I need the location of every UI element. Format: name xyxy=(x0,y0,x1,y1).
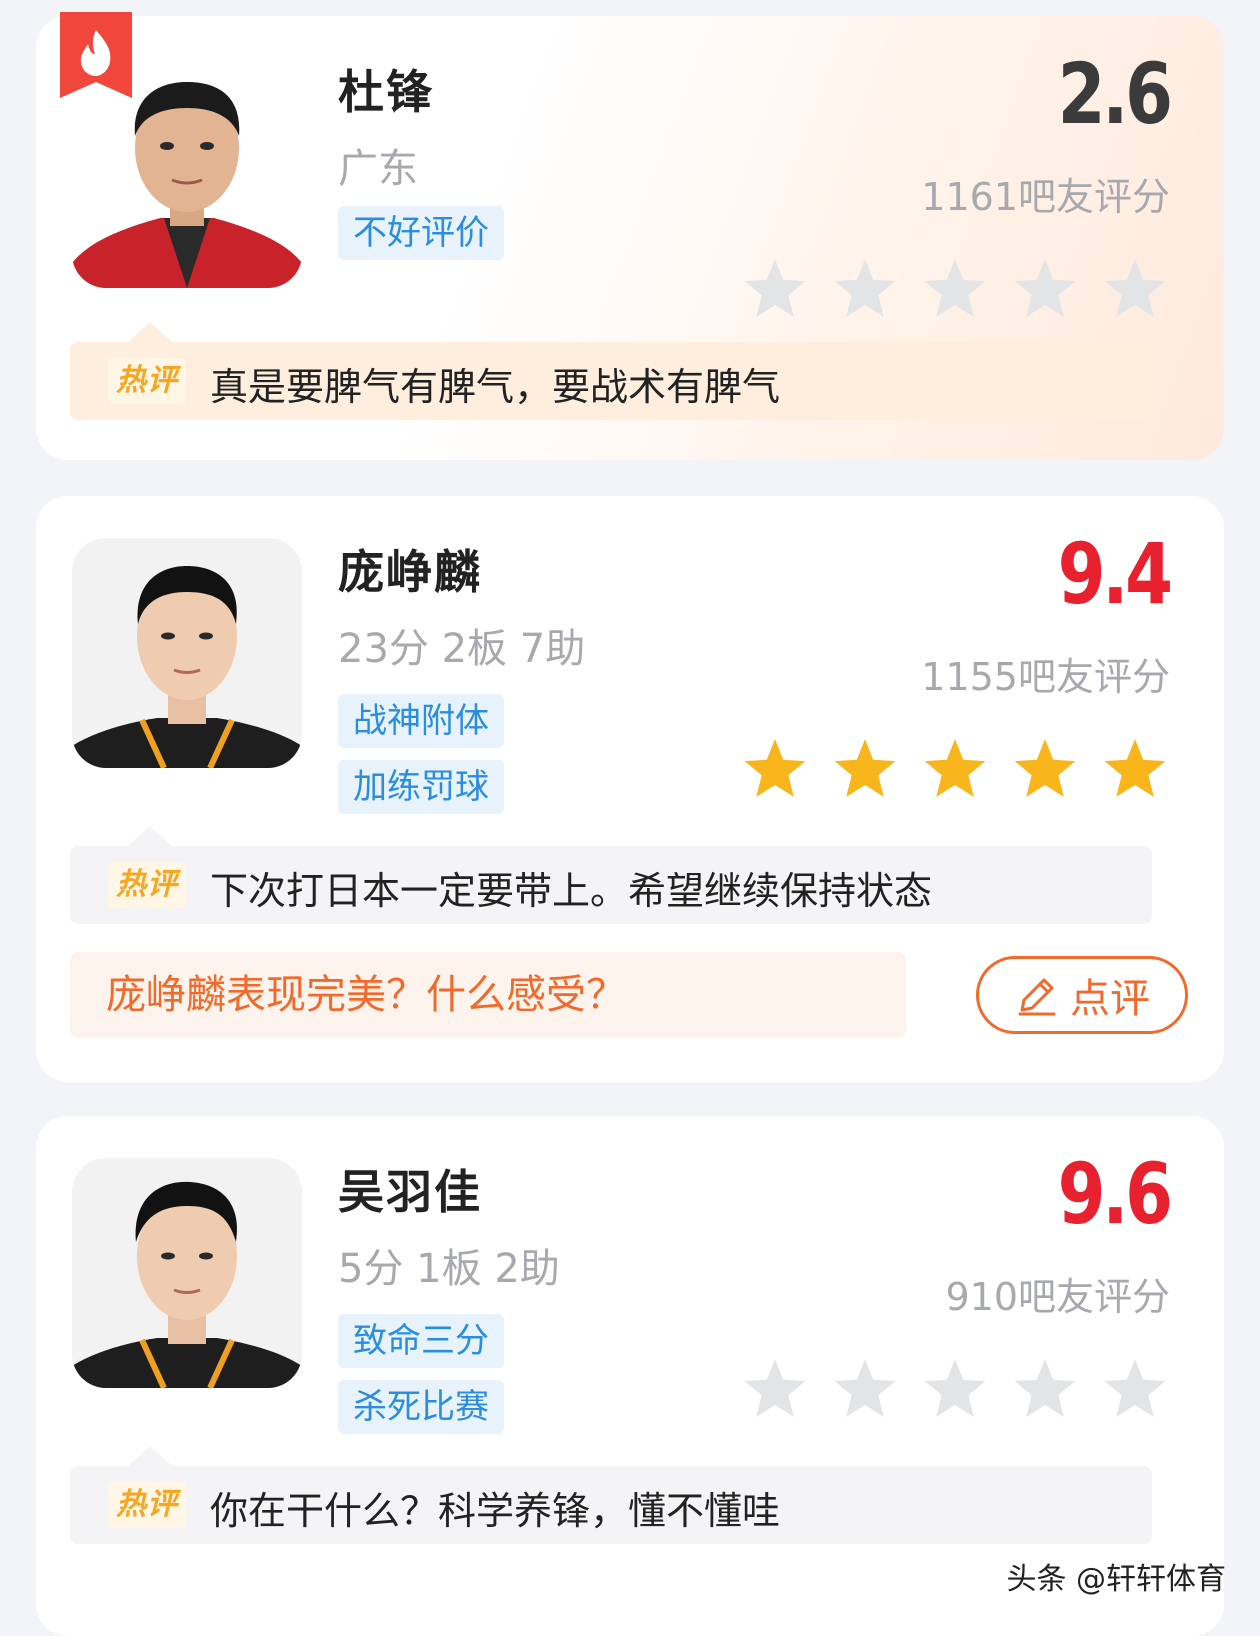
player-stats: 5分 1板 2助 xyxy=(338,1246,560,1292)
player-card-1[interactable]: 杜锋 广东 不好评价 2.6 1161吧友评分 热评 真是要脾气有脾气，要战术有… xyxy=(36,12,1224,460)
discussion-prompt[interactable]: 庞峥麟表现完美？什么感受？ xyxy=(70,952,906,1038)
avatar[interactable] xyxy=(72,538,302,768)
player-card-2[interactable]: 庞峥麟 23分 2板 7助 战神附体 加练罚球 9.4 1155吧友评分 热评 … xyxy=(36,496,1224,1082)
star-icon[interactable] xyxy=(1012,736,1078,802)
score: 2.6 xyxy=(1057,45,1173,143)
review-button[interactable]: 点评 xyxy=(976,956,1188,1034)
vote-count: 1161吧友评分 xyxy=(921,175,1170,219)
star-icon[interactable] xyxy=(742,256,808,322)
player-stats: 23分 2板 7助 xyxy=(338,626,586,672)
score: 9.4 xyxy=(1057,525,1173,623)
player-name: 庞峥麟 xyxy=(338,545,482,599)
star-icon[interactable] xyxy=(832,1356,898,1422)
star-icon[interactable] xyxy=(1012,1356,1078,1422)
star-rating[interactable] xyxy=(742,1356,1168,1422)
hot-comment-text: 真是要脾气有脾气，要战术有脾气 xyxy=(210,365,781,409)
tag-chip[interactable]: 杀死比赛 xyxy=(338,1380,504,1434)
hot-label: 热评 xyxy=(108,862,186,908)
star-rating[interactable] xyxy=(742,256,1168,322)
star-rating[interactable] xyxy=(742,736,1168,802)
hot-comment[interactable]: 热评 你在干什么？科学养锋，懂不懂哇 xyxy=(70,1446,1152,1544)
hot-label: 热评 xyxy=(108,358,186,404)
hot-label: 热评 xyxy=(108,1482,186,1528)
review-button-label: 点评 xyxy=(1070,976,1150,1022)
star-icon[interactable] xyxy=(922,1356,988,1422)
star-icon[interactable] xyxy=(922,256,988,322)
star-icon[interactable] xyxy=(832,256,898,322)
team-name: 广东 xyxy=(338,146,418,192)
score: 9.6 xyxy=(1057,1145,1173,1243)
hot-comment[interactable]: 热评 真是要脾气有脾气，要战术有脾气 xyxy=(70,322,1152,420)
hot-comment-text: 你在干什么？科学养锋，懂不懂哇 xyxy=(210,1489,781,1533)
star-icon[interactable] xyxy=(742,736,808,802)
star-icon[interactable] xyxy=(832,736,898,802)
star-icon[interactable] xyxy=(742,1356,808,1422)
star-icon[interactable] xyxy=(1102,256,1168,322)
vote-count: 910吧友评分 xyxy=(945,1275,1170,1319)
pointer-arrow xyxy=(128,826,172,846)
tag-chip[interactable]: 不好评价 xyxy=(338,206,504,260)
pointer-arrow xyxy=(128,1446,172,1466)
tag-chip[interactable]: 战神附体 xyxy=(338,694,504,748)
watermark: 头条 @轩轩体育 xyxy=(1006,1562,1226,1597)
hot-comment-text: 下次打日本一定要带上。希望继续保持状态 xyxy=(210,869,933,913)
tag-chip[interactable]: 加练罚球 xyxy=(338,760,504,814)
player-name: 杜锋 xyxy=(338,65,434,119)
star-icon[interactable] xyxy=(1102,1356,1168,1422)
avatar[interactable] xyxy=(72,58,302,288)
star-icon[interactable] xyxy=(1102,736,1168,802)
pencil-icon xyxy=(1018,978,1056,1016)
avatar[interactable] xyxy=(72,1158,302,1388)
star-icon[interactable] xyxy=(922,736,988,802)
hot-comment[interactable]: 热评 下次打日本一定要带上。希望继续保持状态 xyxy=(70,826,1152,924)
pointer-arrow xyxy=(128,322,172,342)
player-name: 吴羽佳 xyxy=(338,1165,482,1219)
tag-chip[interactable]: 致命三分 xyxy=(338,1314,504,1368)
vote-count: 1155吧友评分 xyxy=(921,655,1170,699)
star-icon[interactable] xyxy=(1012,256,1078,322)
